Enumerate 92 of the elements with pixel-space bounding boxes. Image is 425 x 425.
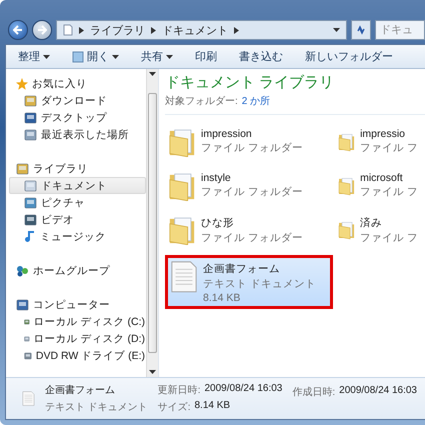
- target-link[interactable]: 2 か所: [242, 94, 270, 108]
- toolbar-button[interactable]: 新しいフォルダー: [305, 47, 393, 66]
- item-type: ファイル フォルダー: [201, 185, 303, 199]
- file-item[interactable]: impressio ファイル フ: [335, 123, 421, 163]
- item-type: ファイル フ: [360, 231, 418, 245]
- toolbar-button[interactable]: 書き込む: [239, 47, 283, 66]
- network-icon: [16, 264, 29, 276]
- sidebar-label: 最近表示した場所: [41, 128, 129, 142]
- item-name: impressio: [360, 128, 406, 140]
- music-note-icon: [24, 230, 36, 243]
- highlighted-file-item[interactable]: 企画書フォーム テキスト ドキュメント 8.14 KB: [165, 255, 333, 309]
- target-label: 対象フォルダー:: [165, 94, 238, 108]
- sidebar-label: ピクチャ: [41, 196, 85, 210]
- sidebar-label: デスクトップ: [41, 110, 107, 124]
- sidebar-item[interactable]: ローカル ディスク (C:): [9, 313, 146, 330]
- sidebar-label: ビデオ: [41, 212, 74, 226]
- sidebar-item[interactable]: 最近表示した場所: [9, 126, 146, 143]
- sidebar-label: DVD RW ドライブ (E:): [36, 348, 145, 362]
- item-name: ひな形: [201, 216, 235, 230]
- sidebar-label: ライブラリ: [33, 162, 88, 176]
- item-type: ファイル フォルダー: [201, 141, 303, 155]
- chevron-icon: [151, 26, 156, 34]
- caret-icon: [112, 54, 119, 58]
- sidebar-label: ダウンロード: [41, 94, 107, 108]
- caret-icon: [333, 28, 340, 32]
- file-item[interactable]: instyle ファイル フォルダー: [165, 167, 335, 207]
- item-size: 8.14 KB: [203, 292, 242, 304]
- item-name: 済み: [360, 216, 384, 230]
- file-item[interactable]: ひな形 ファイル フォルダー: [165, 211, 335, 251]
- item-type: テキスト ドキュメント: [203, 277, 316, 291]
- arrow-left-icon: [13, 25, 23, 35]
- item-type: ファイル フ: [360, 141, 418, 155]
- caret-icon: [43, 54, 50, 58]
- search-field[interactable]: ドキュ: [375, 20, 425, 40]
- sidebar-header[interactable]: お気に入り: [9, 75, 146, 92]
- caret-icon: [149, 72, 156, 76]
- detail-type: テキスト ドキュメント: [44, 401, 148, 414]
- sidebar-label: ローカル ディスク (D:): [34, 332, 145, 346]
- refresh-button[interactable]: [351, 20, 371, 40]
- chevron-icon: [79, 26, 84, 34]
- file-item[interactable]: microsoft ファイル フ: [335, 167, 421, 207]
- sidebar-header[interactable]: ライブラリ: [9, 160, 146, 177]
- detail-name: 企画書フォーム: [44, 384, 116, 397]
- sidebar-label: ミュージック: [40, 230, 106, 244]
- text-document-icon: [170, 260, 198, 294]
- caret-icon: [166, 54, 173, 58]
- forward-button[interactable]: [32, 20, 52, 40]
- back-button[interactable]: [8, 20, 28, 40]
- item-type: ファイル フ: [360, 185, 418, 199]
- sidebar-item[interactable]: ビデオ: [9, 211, 146, 228]
- sidebar-label: お気に入り: [32, 76, 87, 90]
- sidebar-item[interactable]: デスクトップ: [9, 109, 146, 126]
- toolbar-button[interactable]: 開く: [72, 47, 119, 66]
- breadcrumb[interactable]: ライブラリ: [90, 22, 145, 38]
- file-item[interactable]: impression ファイル フォルダー: [165, 123, 335, 163]
- sidebar-header[interactable]: ホームグループ: [9, 262, 146, 279]
- detail-value: 8.14 KB: [194, 400, 230, 413]
- item-name: impression: [201, 128, 253, 140]
- item-name: microsoft: [360, 172, 404, 184]
- sidebar-item[interactable]: ミュージック: [9, 228, 146, 245]
- item-name: instyle: [201, 172, 232, 184]
- sidebar-item[interactable]: ドキュメント: [9, 177, 146, 194]
- caret-icon: [149, 370, 156, 374]
- item-type: ファイル フォルダー: [201, 231, 303, 245]
- toolbar-button[interactable]: 共有: [141, 47, 173, 66]
- sidebar-item[interactable]: ピクチャ: [9, 194, 146, 211]
- library-title: ドキュメント ライブラリ: [165, 73, 336, 92]
- address-bar[interactable]: ライブラリ ドキュメント: [56, 20, 347, 40]
- item-name: 企画書フォーム: [203, 262, 281, 276]
- sidebar-label: ローカル ディスク (C:): [34, 314, 145, 328]
- scrollbar[interactable]: [146, 69, 158, 377]
- toolbar-button[interactable]: 整理: [18, 47, 50, 66]
- sidebar-label: ドキュメント: [41, 178, 107, 192]
- sidebar-header[interactable]: コンピューター: [9, 296, 146, 313]
- file-item[interactable]: 済み ファイル フ: [335, 211, 421, 251]
- sidebar-label: ホームグループ: [33, 264, 110, 278]
- breadcrumb[interactable]: ドキュメント: [162, 22, 228, 38]
- detail-value: 2009/08/24 16:03: [339, 385, 417, 398]
- sidebar-item[interactable]: ダウンロード: [9, 92, 146, 109]
- sidebar-item[interactable]: ローカル ディスク (D:): [9, 330, 146, 347]
- detail-label: 更新日時:: [158, 384, 200, 397]
- refresh-icon: [356, 25, 366, 35]
- toolbar-button[interactable]: 印刷: [195, 47, 217, 66]
- arrow-right-icon: [37, 25, 47, 35]
- star-icon: [16, 78, 28, 90]
- detail-label: サイズ:: [158, 401, 190, 414]
- sidebar-item[interactable]: DVD RW ドライブ (E:): [9, 347, 146, 364]
- detail-value: 2009/08/24 16:03: [204, 383, 282, 396]
- sidebar-label: コンピューター: [33, 298, 110, 312]
- monitor-icon: [24, 112, 37, 124]
- detail-label: 作成日時:: [292, 386, 336, 399]
- chevron-icon: [234, 26, 239, 34]
